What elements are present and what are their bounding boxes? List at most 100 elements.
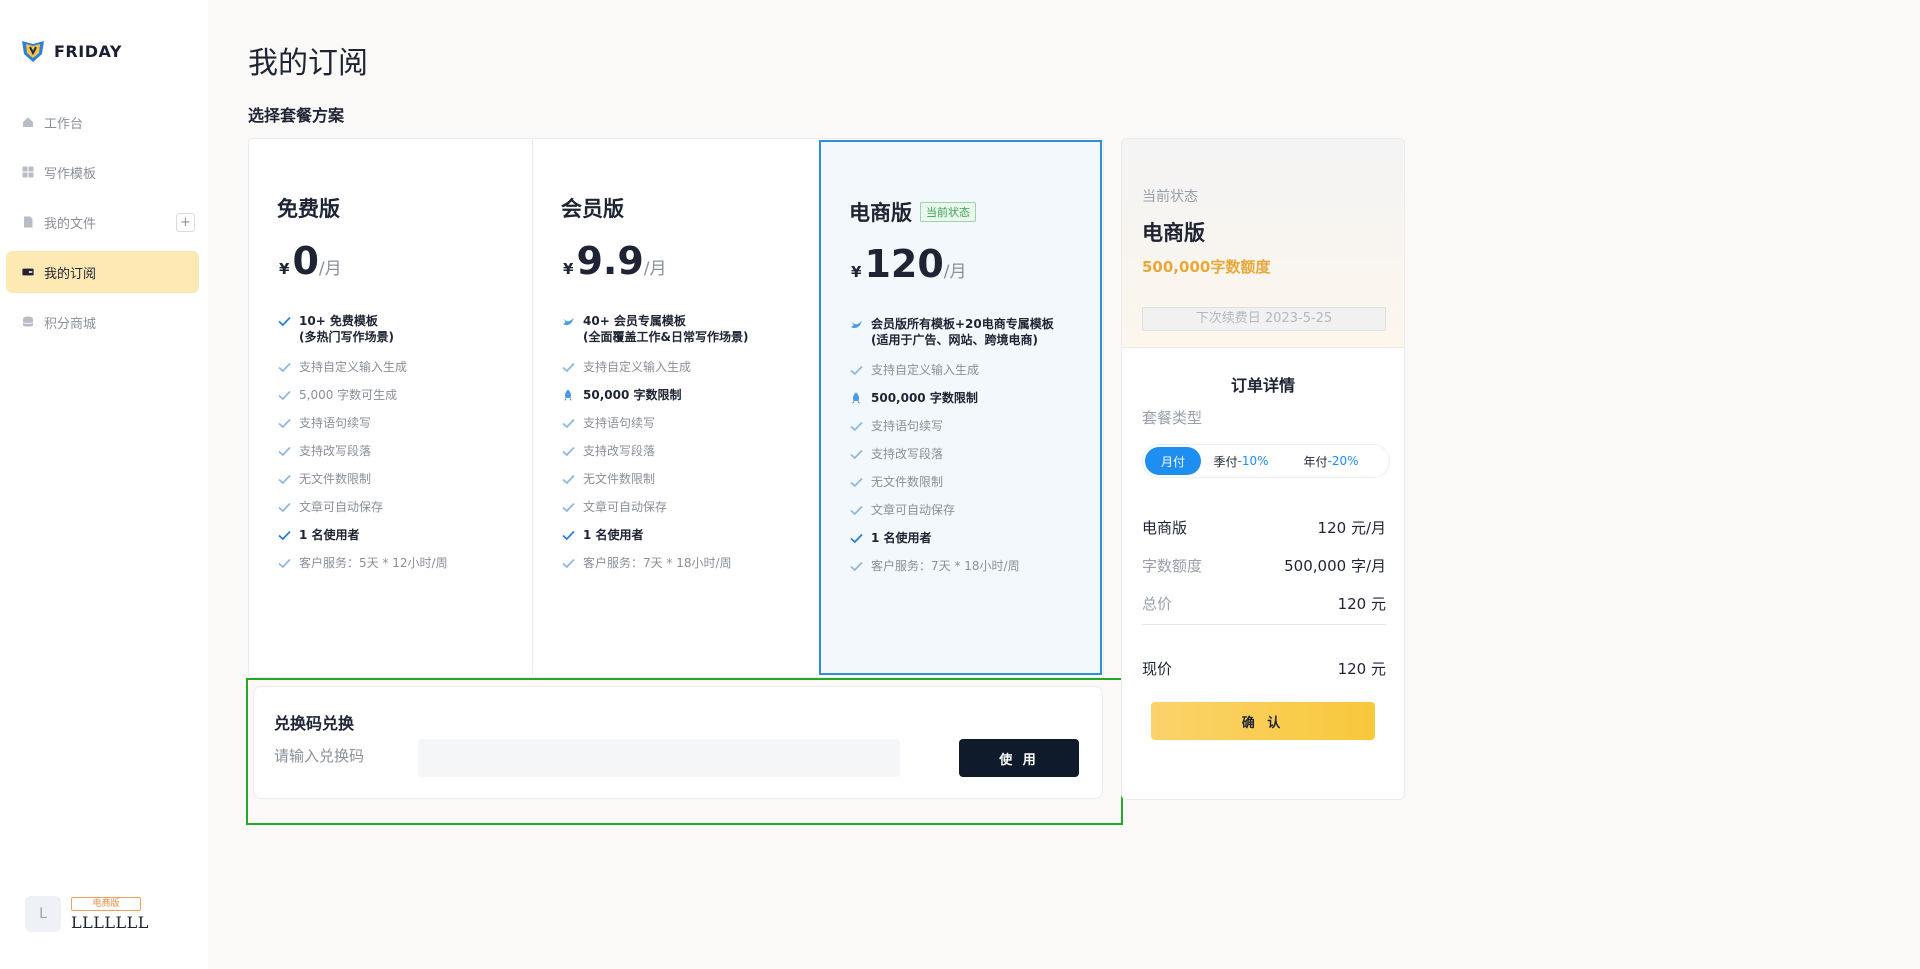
confirm-button[interactable]: 确 认 (1151, 702, 1375, 740)
feature-item: 支持语句续写 (849, 418, 1099, 446)
plan-card-ecommerce[interactable]: 电商版 当前状态 ¥ 120 /月 会员版所有模板+20电商专属模板 (适用于广告… (819, 140, 1102, 675)
feature-text: 支持语句续写 (871, 419, 944, 433)
feature-list: 40+ 会员专属模板 (全面覆盖工作&日常写作场景) 支持自定义输入生成 50,000… (561, 313, 811, 583)
plan-card-member[interactable]: 会员版 ¥ 9.9 /月 40+ 会员专属模板 (全面覆盖工作&日常写作场景) 支持… (533, 139, 818, 675)
feature-text: 会员版所有模板+20电商专属模板 (适用于广告、网站、跨境电商) (871, 316, 1054, 348)
period-monthly[interactable]: 月付 (1145, 447, 1201, 475)
logo-icon (22, 41, 44, 62)
feature-title: 10+ 免费模板 (299, 314, 378, 328)
sidebar-item-label: 我的文件 (44, 216, 97, 232)
feature-item: 文章可自动保存 (849, 502, 1099, 530)
currency-symbol: ¥ (851, 263, 862, 281)
feature-item: 支持改写段落 (849, 446, 1099, 474)
sidebar-item-label: 工作台 (44, 116, 84, 132)
redeem-use-button[interactable]: 使 用 (959, 739, 1079, 777)
price-amount: 9.9 (576, 239, 644, 283)
feature-subtitle: (多热门写作场景) (299, 330, 394, 344)
divider (1142, 624, 1386, 625)
feature-item: 文章可自动保存 (277, 499, 527, 527)
period-label: 季付 (1213, 454, 1238, 469)
current-quota: 500,000字数额度 (1142, 258, 1271, 276)
user-profile[interactable]: L 电商版 LLLLLLL (25, 896, 149, 932)
feature-text: 1 名使用者 (583, 528, 644, 542)
plan-card-free[interactable]: 免费版 ¥ 0 /月 10+ 免费模板 (多热门写作场景) 支持自定义输入生成 5,0… (249, 139, 533, 675)
row-value: 120 元 (1337, 595, 1386, 613)
check-icon (277, 314, 291, 328)
feature-text: 客户服务：7天 * 18小时/周 (871, 559, 1020, 573)
feature-item: 40+ 会员专属模板 (全面覆盖工作&日常写作场景) (561, 313, 811, 359)
price-unit: /月 (943, 262, 967, 282)
sidebar-item-files[interactable]: 我的文件 + (6, 201, 199, 243)
redeem-code-input[interactable] (418, 739, 900, 777)
plan-price: ¥ 9.9 /月 (563, 239, 667, 283)
period-label: 年付 (1303, 454, 1328, 469)
check-icon (849, 363, 863, 377)
order-row-total: 总价 120 元 (1142, 593, 1386, 614)
plan-price: ¥ 120 /月 (851, 242, 967, 286)
row-key: 总价 (1142, 595, 1173, 613)
check-icon (849, 531, 863, 545)
current-status-label: 当前状态 (1142, 189, 1198, 205)
feature-item: 支持自定义输入生成 (849, 362, 1099, 390)
check-icon (277, 416, 291, 430)
sidebar-item-workbench[interactable]: 工作台 (6, 101, 199, 143)
feature-text: 支持自定义输入生成 (871, 363, 980, 377)
feature-title: 40+ 会员专属模板 (583, 314, 686, 328)
row-key: 字数额度 (1142, 557, 1203, 575)
current-plan-name: 电商版 (1142, 221, 1205, 245)
redeem-label: 请输入兑换码 (274, 747, 365, 765)
feature-text: 支持改写段落 (871, 447, 944, 461)
billing-period-selector: 月付 季付 -10% 年付 -20% (1142, 444, 1390, 478)
user-info: 电商版 LLLLLLL (71, 896, 149, 932)
feature-text: 文章可自动保存 (583, 500, 668, 514)
add-file-button[interactable]: + (176, 213, 195, 232)
sidebar-item-points-mall[interactable]: 积分商城 (6, 301, 199, 343)
feature-text: 支持语句续写 (299, 416, 372, 430)
plan-name: 免费版 (277, 193, 340, 223)
period-quarterly[interactable]: 季付 -10% (1201, 447, 1281, 475)
order-details-title: 订单详情 (1230, 376, 1295, 395)
bird-icon (849, 317, 863, 331)
feature-item: 支持改写段落 (561, 443, 811, 471)
check-icon (277, 500, 291, 514)
feature-text: 1 名使用者 (871, 531, 932, 545)
feature-item: 无文件数限制 (849, 474, 1099, 502)
feature-text: 无文件数限制 (583, 472, 656, 486)
feature-list: 会员版所有模板+20电商专属模板 (适用于广告、网站、跨境电商) 支持自定义输入生成… (849, 316, 1099, 586)
feature-text: 支持语句续写 (583, 416, 656, 430)
check-icon (277, 556, 291, 570)
feature-item: 会员版所有模板+20电商专属模板 (适用于广告、网站、跨境电商) (849, 316, 1099, 362)
redeem-section: 兑换码兑换 请输入兑换码 使 用 (253, 686, 1103, 799)
feature-text: 1 名使用者 (299, 528, 360, 542)
sidebar-item-label: 积分商城 (44, 316, 97, 332)
feature-item: 5,000 字数可生成 (277, 387, 527, 415)
row-value: 500,000 字/月 (1284, 557, 1386, 575)
period-yearly[interactable]: 年付 -20% (1281, 447, 1381, 475)
plan-name-text: 会员版 (561, 197, 624, 221)
feature-text: 5,000 字数可生成 (299, 388, 398, 402)
sidebar-item-templates[interactable]: 写作模板 (6, 151, 199, 193)
check-icon (277, 444, 291, 458)
check-icon (561, 556, 575, 570)
check-icon (849, 419, 863, 433)
section-title: 选择套餐方案 (248, 106, 345, 125)
feature-text: 500,000 字数限制 (871, 391, 978, 405)
rocket-icon (849, 391, 863, 405)
plan-cards: 免费版 ¥ 0 /月 10+ 免费模板 (多热门写作场景) 支持自定义输入生成 5,0… (248, 138, 1104, 678)
plan-badge: 电商版 (71, 896, 141, 911)
sidebar-item-label: 我的订阅 (44, 266, 97, 282)
feature-list: 10+ 免费模板 (多热门写作场景) 支持自定义输入生成 5,000 字数可生成 支持语… (277, 313, 527, 583)
price-amount: 0 (292, 239, 319, 283)
check-icon (277, 388, 291, 402)
app-name: FRIDAY (54, 41, 122, 61)
check-icon (849, 503, 863, 517)
check-icon (561, 500, 575, 514)
check-icon (277, 360, 291, 374)
currency-symbol: ¥ (563, 260, 574, 278)
check-icon (561, 444, 575, 458)
feature-item: 50,000 字数限制 (561, 387, 811, 415)
app-logo[interactable]: FRIDAY (20, 38, 122, 64)
page-title: 我的订阅 (248, 46, 368, 81)
feature-item: 1 名使用者 (849, 530, 1099, 558)
sidebar-item-subscription[interactable]: 我的订阅 (6, 251, 199, 293)
